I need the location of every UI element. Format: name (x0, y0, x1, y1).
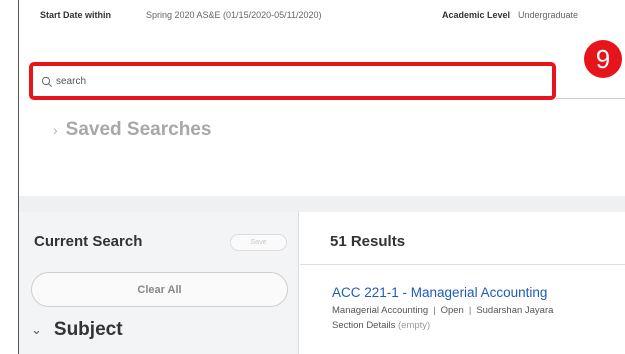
result-section-details: Section Details (empty) (332, 320, 430, 331)
section-details-label: Section Details (332, 320, 396, 331)
current-search-panel: Current Search Save Clear All ⌄ Subject (19, 212, 299, 354)
clear-all-button[interactable]: Clear All (31, 272, 288, 307)
step-number-badge: 9 (584, 40, 622, 78)
section-details-value: (empty) (398, 320, 431, 331)
academic-level-filter-label: Academic Level (442, 10, 511, 20)
saved-searches-label: Saved Searches (65, 119, 212, 140)
saved-searches-toggle[interactable]: › Saved Searches (53, 119, 211, 141)
results-count: 51 Results (330, 233, 406, 250)
academic-level-filter-value: Undergraduate (518, 10, 579, 20)
chevron-right-icon: › (53, 122, 58, 138)
search-input[interactable] (56, 73, 536, 89)
meta-separator: | (433, 305, 436, 316)
result-title-link[interactable]: ACC 221-1 - Managerial Accounting (332, 285, 547, 300)
subject-facet-label: Subject (53, 319, 123, 340)
current-search-title: Current Search (34, 233, 143, 250)
section-divider-band (19, 196, 625, 212)
search-icon (41, 75, 53, 87)
search-box-highlighted[interactable] (29, 62, 556, 100)
result-course-name: Managerial Accounting (332, 305, 429, 316)
result-status: Open (440, 305, 464, 316)
result-instructor: Sudarshan Jayara (476, 305, 554, 316)
search-field-underline (556, 98, 625, 99)
active-filters-bar: Start Date within Spring 2020 AS&E (01/1… (19, 0, 625, 28)
subject-facet-toggle[interactable]: ⌄ Subject (31, 319, 123, 341)
save-search-button[interactable]: Save (230, 234, 287, 251)
result-meta: Managerial Accounting | Open | Sudarshan Jay… (332, 305, 553, 316)
start-date-filter-value: Spring 2020 AS&E (01/15/2020-05/11/2020) (146, 10, 322, 20)
chevron-down-icon: ⌄ (31, 322, 42, 337)
results-panel: 51 Results ACC 221-1 - Managerial Accoun… (300, 212, 625, 354)
meta-separator: | (468, 305, 472, 316)
app-frame: Start Date within Spring 2020 AS&E (01/1… (18, 0, 625, 354)
results-divider (300, 264, 625, 265)
start-date-filter-label: Start Date within (40, 10, 112, 20)
